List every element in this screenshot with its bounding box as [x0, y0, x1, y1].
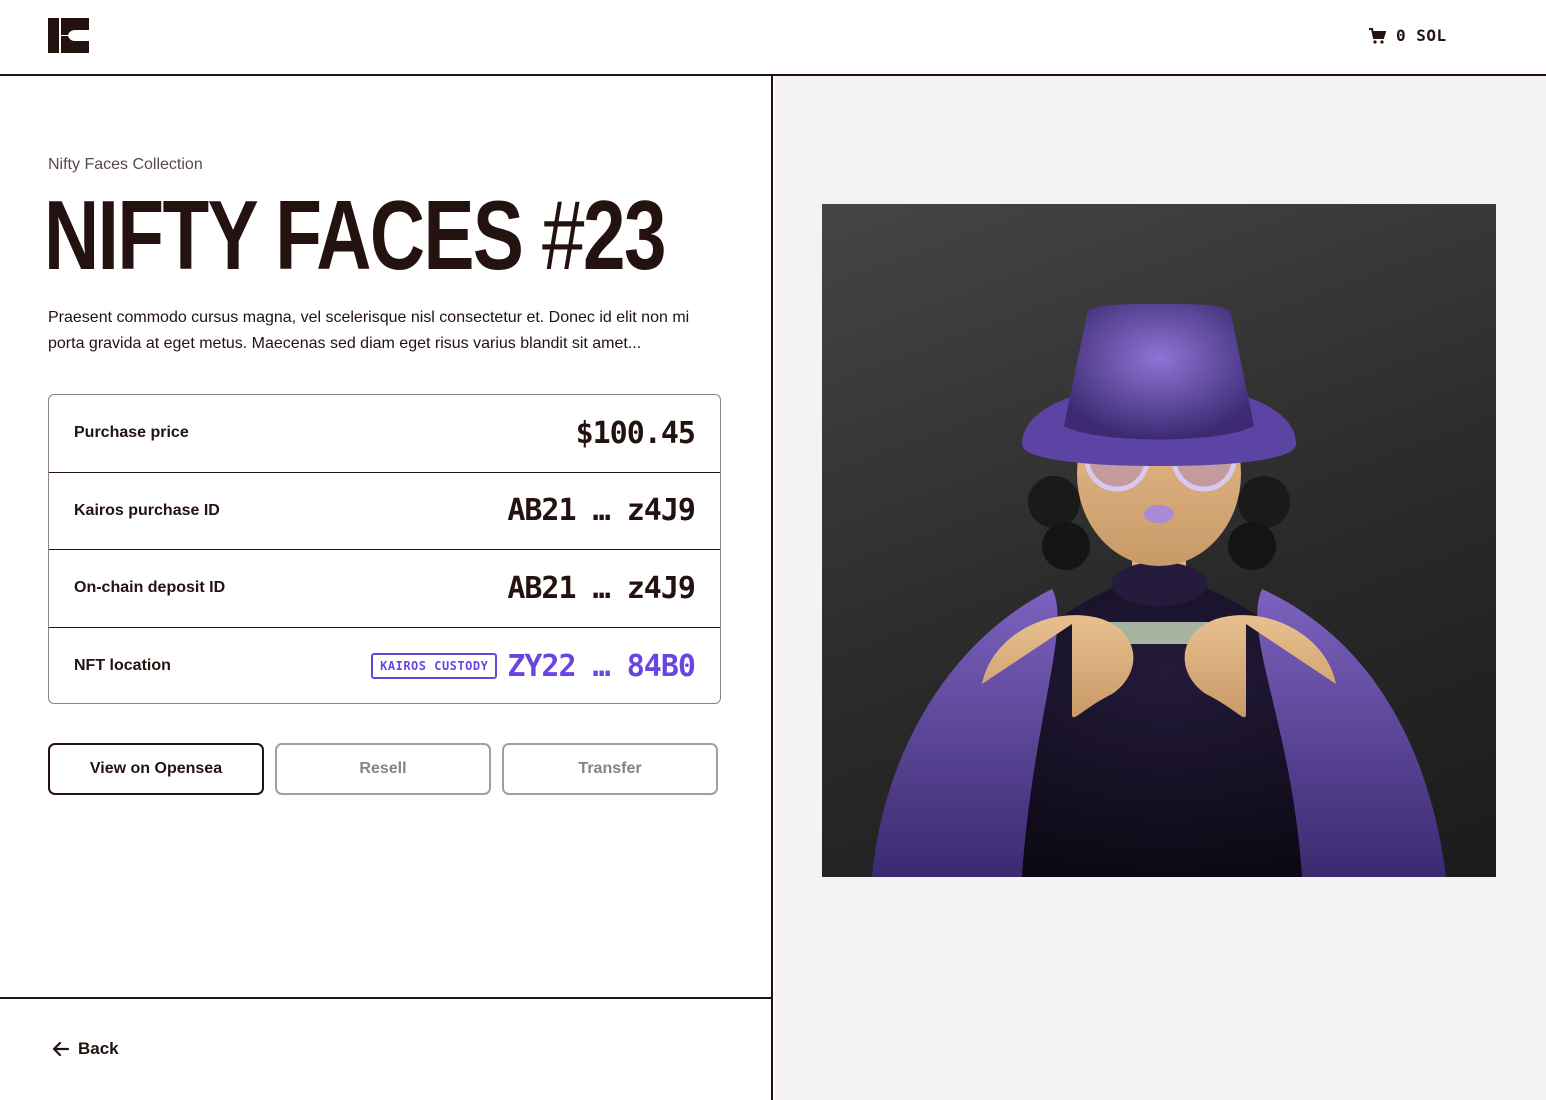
- detail-label: Purchase price: [74, 424, 189, 442]
- detail-value: $100.45: [575, 415, 696, 451]
- custody-badge: KAIROS CUSTODY: [371, 653, 498, 680]
- detail-row-purchase-price: Purchase price $100.45: [49, 395, 720, 473]
- cart-summary[interactable]: 0 SOL: [1368, 26, 1447, 45]
- cart-balance: 0 SOL: [1396, 26, 1447, 45]
- detail-value[interactable]: AB21 … z4J9: [507, 493, 696, 528]
- location-address[interactable]: ZY22 … 84B0: [507, 649, 696, 684]
- detail-label: On-chain deposit ID: [74, 579, 226, 597]
- back-label: Back: [78, 1039, 119, 1058]
- details-table: Purchase price $100.45 Kairos purchase I…: [48, 394, 721, 704]
- back-link[interactable]: Back: [52, 1039, 119, 1059]
- location-value-group: KAIROS CUSTODY ZY22 … 84B0: [371, 649, 696, 684]
- detail-label: Kairos purchase ID: [74, 501, 220, 519]
- cart-icon: [1369, 27, 1386, 44]
- details-panel: Nifty Faces Collection NIFTY FACES #23 P…: [0, 76, 773, 1100]
- artwork-panel: [775, 76, 1546, 1100]
- description: Praesent commodo cursus magna, vel scele…: [48, 309, 690, 352]
- kairos-logo-icon[interactable]: [48, 18, 89, 53]
- transfer-button[interactable]: Transfer: [502, 743, 718, 795]
- title-hash: #: [542, 180, 585, 290]
- title-main: NIFTY FACES: [44, 180, 543, 290]
- footer-divider: [0, 997, 773, 999]
- action-buttons: View on Opensea Resell Transfer: [48, 743, 718, 795]
- detail-row-deposit-id: On-chain deposit ID AB21 … z4J9: [49, 550, 720, 628]
- detail-row-nft-location: NFT location KAIROS CUSTODY ZY22 … 84B0: [49, 628, 720, 704]
- collection-name: Nifty Faces Collection: [48, 156, 203, 173]
- detail-row-kairos-id: Kairos purchase ID AB21 … z4J9: [49, 473, 720, 550]
- nft-image: [822, 204, 1496, 877]
- title-number: 23: [583, 180, 666, 290]
- detail-label: NFT location: [74, 657, 171, 675]
- arrow-left-icon: [52, 1041, 70, 1057]
- page-title: NIFTY FACES #23: [44, 186, 666, 284]
- nft-character-illustration: [872, 304, 1446, 877]
- resell-button[interactable]: Resell: [275, 743, 491, 795]
- view-on-opensea-button[interactable]: View on Opensea: [48, 743, 264, 795]
- detail-value[interactable]: AB21 … z4J9: [507, 571, 696, 606]
- top-bar: 0 SOL: [0, 0, 1546, 76]
